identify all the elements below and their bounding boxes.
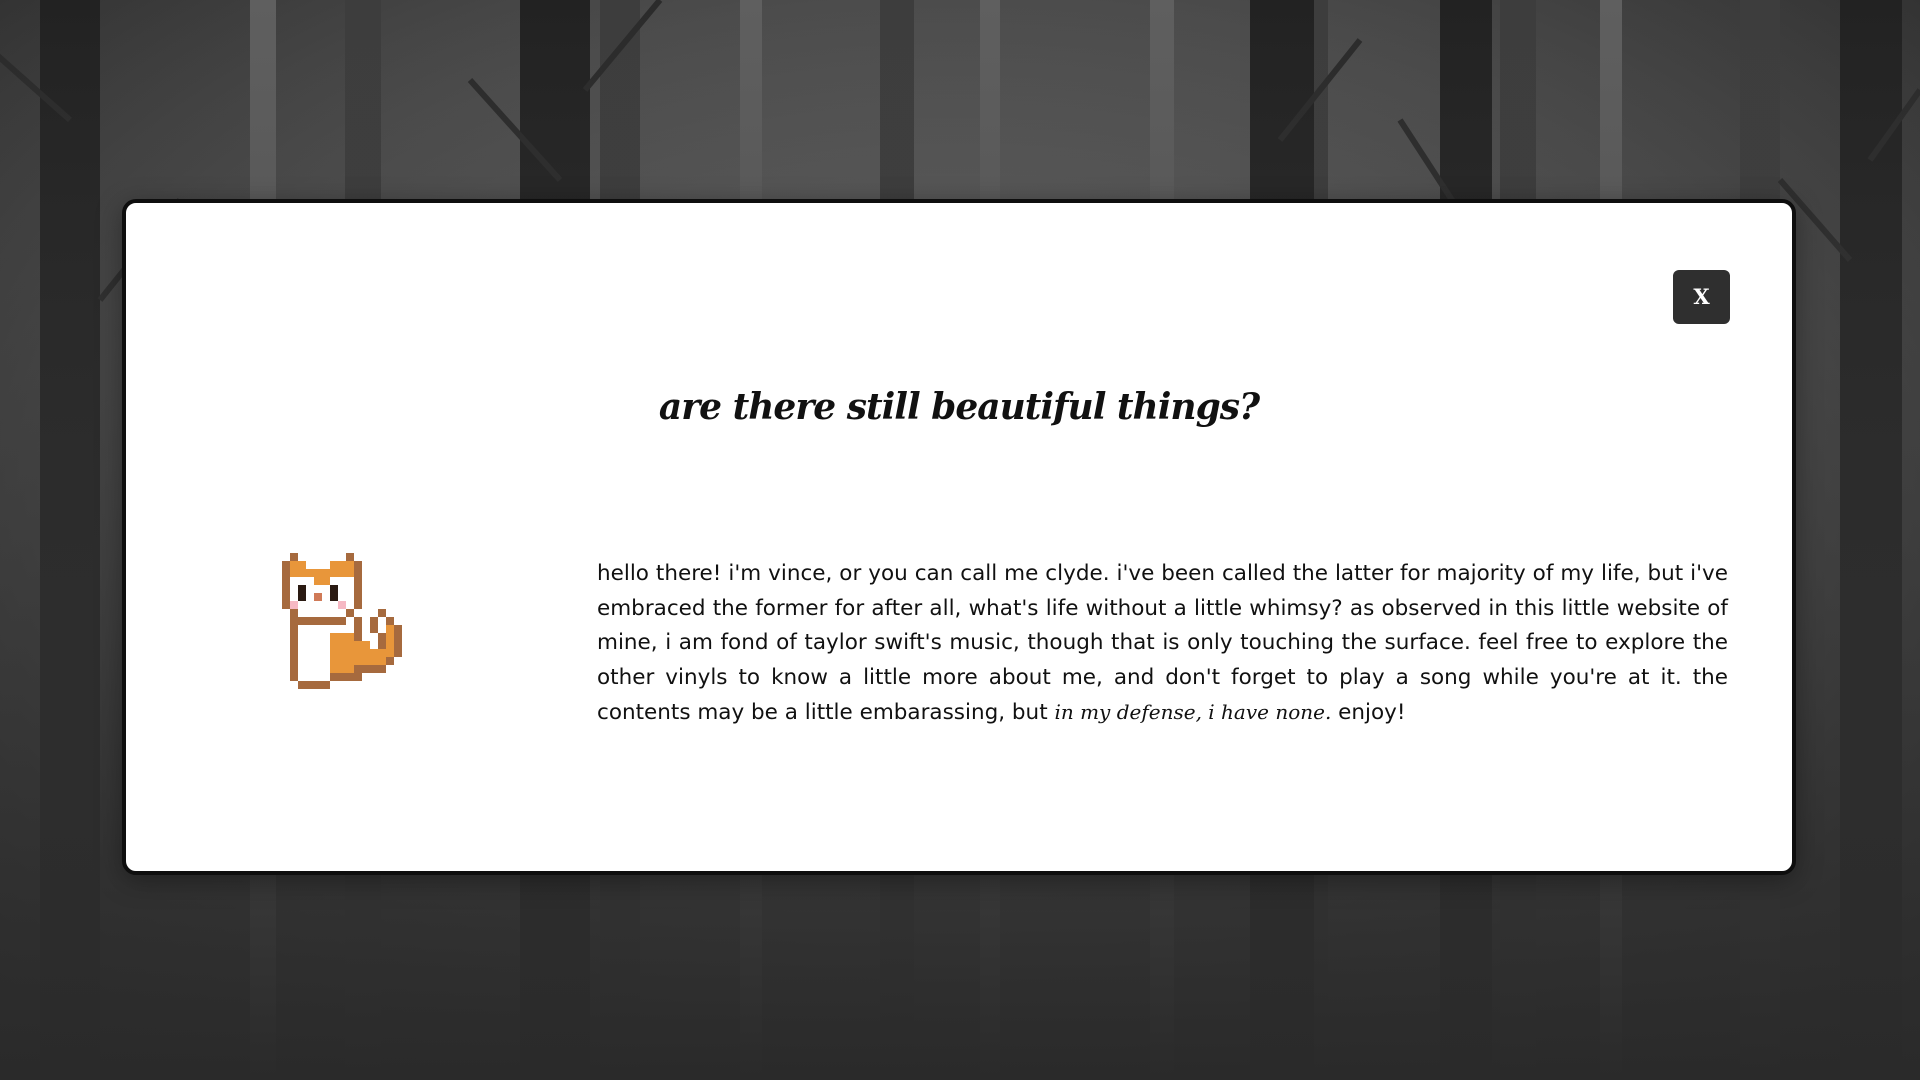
intro-aside: in my defense, i have none.: [1054, 700, 1332, 724]
modal-title: are there still beautiful things?: [658, 386, 1260, 428]
pixel-cat-icon: [282, 553, 434, 705]
intro-paragraph: hello there! i'm vince, or you can call …: [597, 557, 1728, 731]
close-button[interactable]: X: [1673, 270, 1730, 324]
intro-end: enjoy!: [1331, 700, 1406, 725]
about-modal: X are there still beautiful things? hell…: [122, 199, 1796, 875]
